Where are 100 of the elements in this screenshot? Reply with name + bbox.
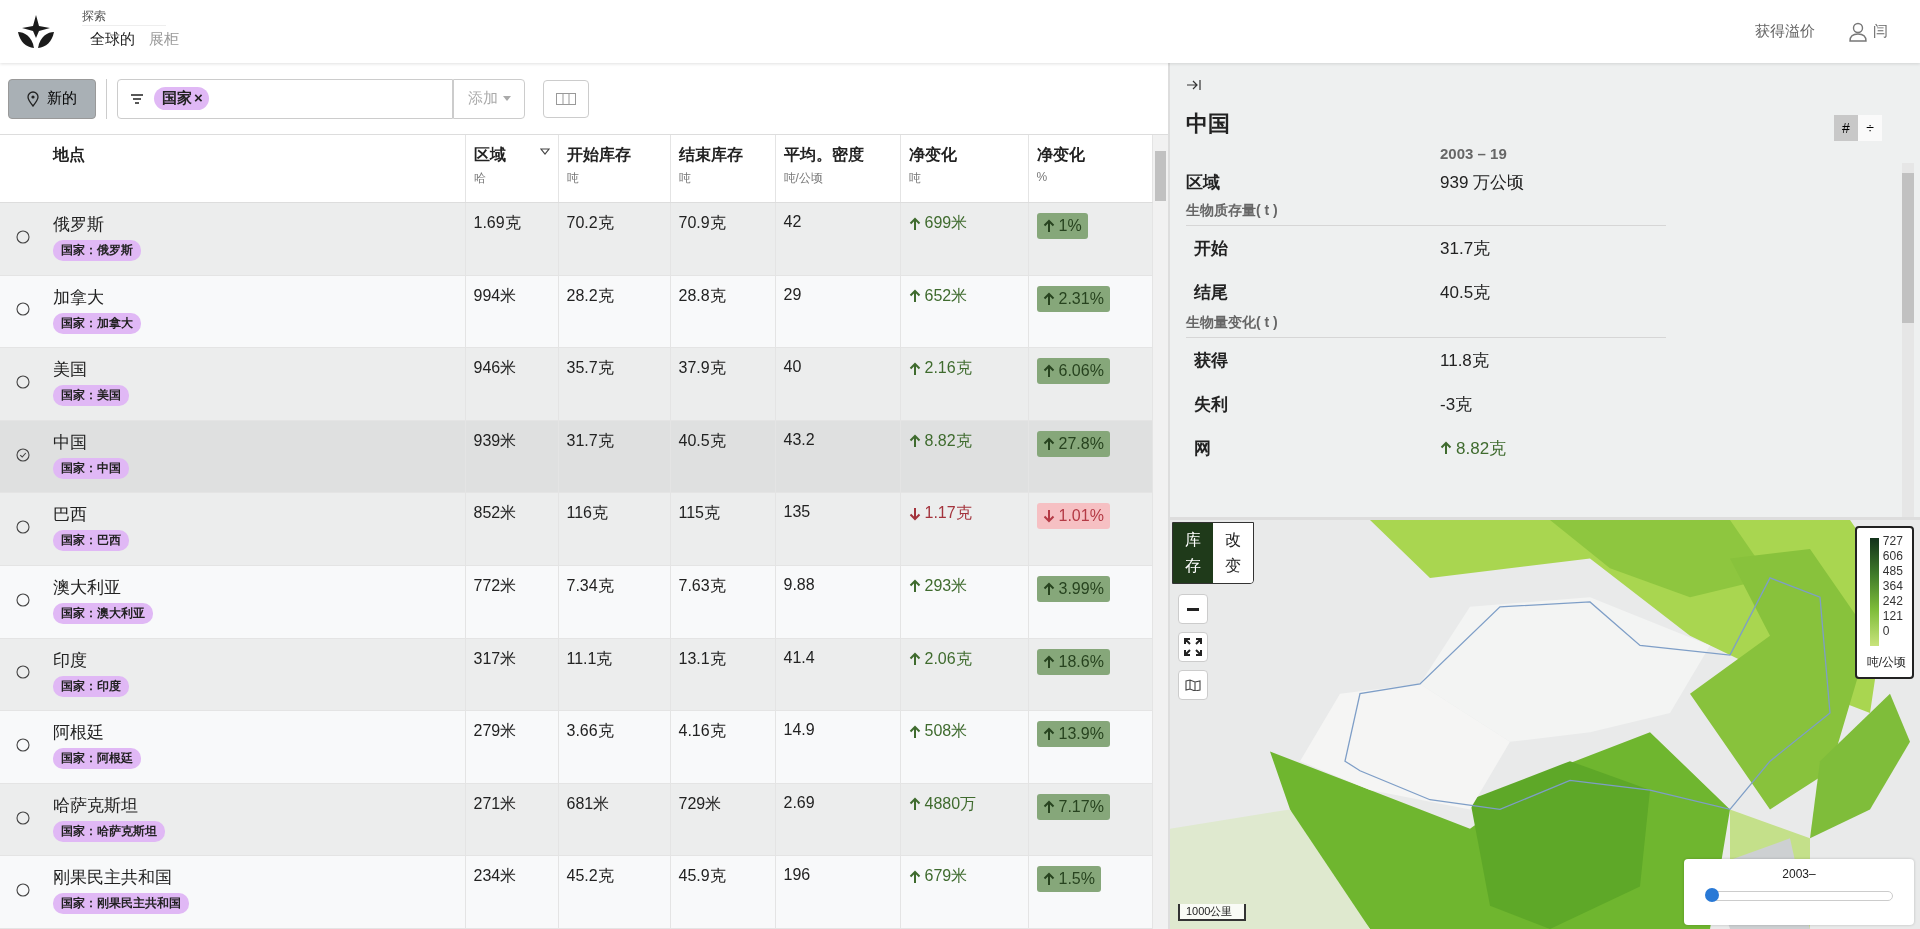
slider-track[interactable] [1705, 891, 1893, 901]
columns-button[interactable] [543, 79, 589, 118]
column-header[interactable]: 净变化 % [1028, 135, 1152, 203]
pin-icon [27, 90, 39, 107]
table-cell: 729米 [678, 794, 722, 812]
table-cell: 279米 [473, 722, 517, 740]
filter-field[interactable]: 国家× [117, 78, 453, 119]
column-header[interactable]: 区域 哈 [465, 135, 558, 203]
place-name: 巴西 [53, 504, 88, 527]
collapse-icon[interactable] [1186, 79, 1202, 91]
change-badge: 1.01% [1036, 503, 1110, 530]
change-value: 2.16克 [908, 358, 972, 380]
place-name: 刚果民主共和国 [53, 867, 173, 890]
country-tag: 国家：中国 [53, 457, 129, 479]
change-value: 699米 [908, 213, 968, 234]
stat-label: 结尾 [1193, 281, 1229, 304]
nav-tab[interactable]: 全球的 [90, 30, 135, 49]
checked-radio[interactable] [15, 447, 30, 462]
table-cell: 14.9 [783, 721, 815, 739]
view-toggle[interactable]: ÷ [1858, 115, 1882, 141]
table-cell: 271米 [473, 794, 517, 812]
new-button[interactable]: 新的 [8, 78, 96, 119]
radio-button[interactable] [15, 229, 30, 244]
slider-thumb[interactable] [1704, 888, 1719, 902]
minus-icon [1187, 607, 1199, 611]
table-cell: 31.7克 [566, 431, 614, 449]
place-name: 俄罗斯 [53, 214, 105, 236]
fullscreen-icon [1184, 638, 1202, 656]
table-cell: 45.2克 [566, 867, 614, 885]
place-name: 加拿大 [53, 286, 105, 309]
country-tag: 国家：哈萨克斯坦 [53, 820, 165, 842]
table-cell: 772米 [473, 576, 517, 594]
country-tag: 国家：美国 [53, 385, 129, 407]
table-cell: 37.9克 [678, 359, 726, 377]
legend-tick: 485 [1882, 564, 1903, 579]
table-cell: 4.16克 [678, 722, 726, 740]
section-heading: 生物质存量( t ) [1186, 202, 1666, 226]
table-cell: 3.66克 [566, 722, 614, 740]
legend-tick: 242 [1882, 594, 1903, 609]
table-cell: 7.63克 [678, 576, 726, 594]
place-name: 澳大利亚 [53, 576, 122, 599]
stat-label: 网 [1193, 437, 1212, 460]
legend-tick: 121 [1882, 609, 1903, 624]
table-cell: 42 [783, 213, 802, 230]
stat-label: 开始 [1193, 237, 1229, 260]
user-name[interactable]: 闫 [1873, 22, 1888, 41]
column-header[interactable]: 平均。密度 吨/公顷 [775, 135, 900, 203]
country-tag: 国家：澳大利亚 [53, 602, 153, 624]
view-toggle[interactable]: # [1834, 115, 1858, 141]
table-cell: 994米 [473, 286, 517, 304]
radio-button[interactable] [15, 810, 30, 825]
radio-button[interactable] [15, 375, 30, 389]
change-badge: 1% [1036, 213, 1088, 239]
column-header[interactable]: 地点 [45, 135, 465, 203]
zoom-out-button[interactable] [1178, 594, 1208, 624]
change-value: 679米 [908, 866, 968, 888]
slider-label: 2003– [1782, 867, 1816, 881]
sort-icon[interactable] [539, 148, 550, 155]
map-layers-button[interactable] [1178, 670, 1208, 700]
table-cell: 40 [783, 358, 802, 376]
radio-button[interactable] [15, 520, 30, 535]
change-badge: 7.17% [1036, 793, 1110, 820]
layer-toggle[interactable]: 库存 [1173, 523, 1213, 583]
fullscreen-button[interactable] [1178, 632, 1208, 662]
premium-link[interactable]: 获得溢价 [1755, 22, 1815, 41]
radio-button[interactable] [15, 883, 30, 898]
table-cell: 2.69 [783, 793, 815, 811]
radio-button[interactable] [15, 302, 30, 317]
stat-label: 获得 [1193, 349, 1229, 372]
change-value: 4880万 [908, 793, 977, 815]
section-label: 探索 [82, 8, 166, 26]
stat-value: 31.7克 [1440, 237, 1491, 260]
column-header[interactable]: 开始库存 吨 [558, 135, 670, 203]
country-tag: 国家：阿根廷 [53, 748, 141, 770]
radio-button[interactable] [15, 737, 30, 752]
table-cell: 13.1克 [678, 649, 726, 667]
radio-button[interactable] [15, 665, 30, 680]
caret-icon [502, 96, 511, 101]
stat-label: 区域 [1186, 171, 1221, 194]
table-cell: 28.8克 [678, 286, 726, 304]
table-cell: 43.2 [783, 430, 815, 448]
table-cell: 28.2克 [566, 286, 614, 304]
table-cell: 9.88 [783, 575, 815, 593]
stat-value: 939 万公顷 [1440, 171, 1525, 194]
radio-button[interactable] [15, 592, 30, 607]
place-name: 中国 [53, 431, 88, 454]
remove-icon[interactable]: × [194, 89, 203, 108]
table-cell: 939米 [473, 431, 517, 449]
scrollbar[interactable] [1902, 163, 1914, 517]
stat-value: 40.5克 [1440, 281, 1491, 304]
country-tag: 国家：俄罗斯 [53, 240, 141, 261]
stat-value: 8.82克 [1440, 436, 1507, 460]
stat-label: 失利 [1193, 393, 1229, 416]
place-name: 印度 [53, 649, 88, 672]
filter-chip[interactable]: 国家× [154, 87, 209, 110]
table-cell: 45.9克 [678, 867, 726, 885]
user-icon[interactable] [1849, 21, 1867, 42]
column-header[interactable]: 净变化 吨 [900, 135, 1028, 203]
column-header[interactable]: 结束库存 吨 [670, 135, 775, 203]
layer-toggle[interactable]: 改变 [1213, 523, 1253, 583]
